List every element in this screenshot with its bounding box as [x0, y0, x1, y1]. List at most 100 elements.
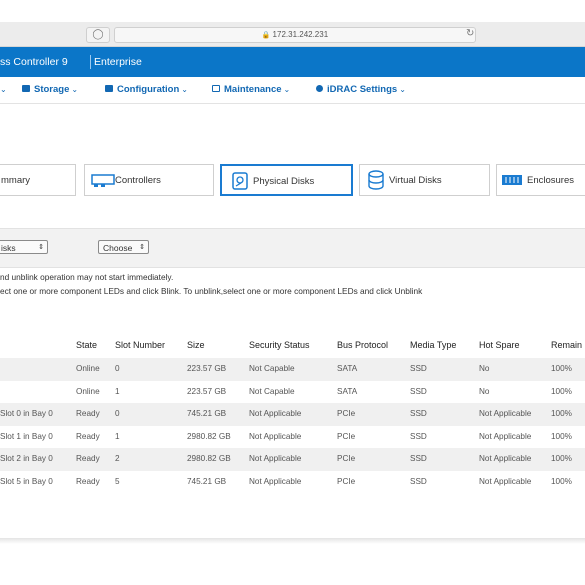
cell-spare: Not Applicable: [479, 431, 532, 441]
cell-bus: SATA: [337, 364, 358, 373]
chevron-updown-icon: ⇕: [38, 244, 44, 251]
cell-bus: PCIe: [337, 431, 356, 441]
tab-enclosures[interactable]: Enclosures: [496, 164, 585, 196]
tab-controllers[interactable]: Controllers: [84, 164, 214, 196]
nav-label: Configuration: [117, 84, 180, 95]
cell-size: 745.21 GB: [187, 409, 227, 418]
maintenance-icon: [212, 84, 220, 92]
controller-icon: [91, 174, 115, 187]
column-header-state[interactable]: State: [76, 340, 97, 350]
cell-media: SSD: [410, 409, 427, 418]
chevron-down-icon: ⌄: [283, 85, 291, 94]
tab-virtual-disks[interactable]: Virtual Disks: [359, 164, 490, 196]
cell-state: Ready: [76, 476, 100, 486]
cell-remain: 100%: [551, 431, 572, 441]
cell-bus: SATA: [337, 386, 358, 396]
enclosure-icon: [502, 175, 522, 185]
column-header-bus-protocol[interactable]: Bus Protocol: [337, 340, 388, 350]
column-header-slot-number[interactable]: Slot Number: [115, 340, 165, 350]
main-nav: ⌄ Storage ⌄ Configuration ⌄ Maintenance ⌄ i…: [0, 77, 585, 104]
table-row[interactable]: Online 1 223.57 GB Not Capable SATA SSD …: [0, 381, 585, 404]
table-row[interactable]: Slot 2 in Bay 0 Ready 2 2980.82 GB Not A…: [0, 448, 585, 471]
url-text: 172.31.242.231: [272, 30, 329, 39]
shield-icon[interactable]: ◯: [86, 27, 110, 43]
cell-slot: 2: [115, 454, 120, 463]
product-name: ss Controller 9: [0, 56, 68, 68]
cell-spare: Not Applicable: [479, 476, 532, 486]
nav-item-idrac-settings[interactable]: iDRAC Settings ⌄: [316, 77, 406, 103]
cell-bus: PCIe: [337, 476, 356, 486]
cell-remain: 100%: [551, 386, 572, 396]
address-bar[interactable]: 🔒 172.31.242.231: [114, 27, 476, 43]
table-row[interactable]: Slot 0 in Bay 0 Ready 0 745.21 GB Not Ap…: [0, 403, 585, 426]
column-header-hot-spare[interactable]: Hot Spare: [479, 340, 520, 350]
action-select[interactable]: Choose ⇕: [98, 240, 149, 254]
cell-remain: 100%: [551, 476, 572, 486]
cell-spare: No: [479, 386, 490, 396]
cell-media: SSD: [410, 476, 427, 486]
card-label: Virtual Disks: [389, 175, 442, 186]
cell-slot: 0: [115, 409, 120, 418]
cell-security: Not Capable: [249, 386, 295, 396]
cell-state: Online: [76, 386, 100, 396]
cell-slot: 5: [115, 476, 120, 486]
chevron-down-icon: ⌄: [399, 85, 406, 94]
column-header-size[interactable]: Size: [187, 340, 205, 350]
blink-note-line2: ect one or more component LEDs and click…: [0, 286, 423, 296]
cell-remain: 100%: [551, 409, 572, 418]
nav-label: Storage: [34, 84, 70, 95]
cell-size: 745.21 GB: [187, 476, 227, 486]
reload-icon[interactable]: ↻: [466, 27, 474, 41]
nav-item-dashboard[interactable]: ⌄: [0, 77, 7, 103]
cell-size: 223.57 GB: [187, 386, 227, 396]
cell-size: 2980.82 GB: [187, 431, 231, 441]
cell-spare: Not Applicable: [479, 409, 532, 418]
cell-remain: 100%: [551, 364, 572, 373]
filter-bar: [0, 228, 585, 268]
cell-state: Ready: [76, 431, 100, 441]
select-value: isks: [1, 243, 16, 253]
column-header-media-type[interactable]: Media Type: [410, 340, 456, 350]
cell-slot: 1: [115, 386, 120, 396]
title-bar: ss Controller 9 Enterprise: [0, 47, 585, 77]
select-value: Choose: [103, 243, 133, 253]
chevron-down-icon: ⌄: [71, 85, 79, 94]
chevron-down-icon: ⌄: [181, 85, 188, 94]
card-label: Physical Disks: [253, 176, 315, 187]
table-row[interactable]: Slot 5 in Bay 0 Ready 5 745.21 GB Not Ap…: [0, 471, 585, 494]
cell-spare: No: [479, 364, 490, 373]
cell-name: Slot 5 in Bay 0: [0, 476, 53, 486]
tab-summary[interactable]: mmary: [0, 164, 76, 196]
table-row[interactable]: Slot 1 in Bay 0 Ready 1 2980.82 GB Not A…: [0, 426, 585, 449]
cell-media: SSD: [410, 386, 427, 396]
disk-filter-select[interactable]: isks ⇕: [0, 240, 48, 254]
configuration-icon: [105, 84, 113, 92]
title-divider: [90, 55, 91, 69]
physical-disk-icon: [232, 172, 248, 190]
cell-security: Not Applicable: [249, 409, 302, 418]
nav-item-configuration[interactable]: Configuration ⌄: [105, 77, 188, 103]
cell-state: Online: [76, 364, 100, 373]
storage-icon: [22, 84, 30, 92]
column-header-remaining[interactable]: Remain: [551, 340, 582, 350]
column-header-security-status[interactable]: Security Status: [249, 340, 310, 350]
cell-media: SSD: [410, 364, 427, 373]
cell-security: Not Capable: [249, 364, 295, 373]
cell-bus: PCIe: [337, 454, 356, 463]
nav-item-maintenance[interactable]: Maintenance ⌄: [212, 77, 290, 103]
nav-item-storage[interactable]: Storage ⌄: [22, 77, 78, 103]
screenshot: ◯ 🔒 172.31.242.231 ↻ ss Controller 9 Ente…: [0, 0, 585, 585]
cell-state: Ready: [76, 409, 100, 418]
chevron-updown-icon: ⇕: [139, 244, 145, 251]
virtual-disk-icon: [368, 170, 384, 190]
cell-size: 2980.82 GB: [187, 454, 231, 463]
cell-name: Slot 2 in Bay 0: [0, 454, 53, 463]
cell-security: Not Applicable: [249, 454, 302, 463]
cell-slot: 1: [115, 431, 120, 441]
lock-icon: 🔒: [261, 32, 271, 39]
tab-physical-disks[interactable]: Physical Disks: [220, 164, 353, 196]
cell-name: Slot 0 in Bay 0: [0, 409, 53, 418]
window-bottom-shadow: [0, 538, 585, 544]
blink-note-line1: nd unblink operation may not start immed…: [0, 272, 174, 282]
table-row[interactable]: Online 0 223.57 GB Not Capable SATA SSD …: [0, 358, 585, 381]
